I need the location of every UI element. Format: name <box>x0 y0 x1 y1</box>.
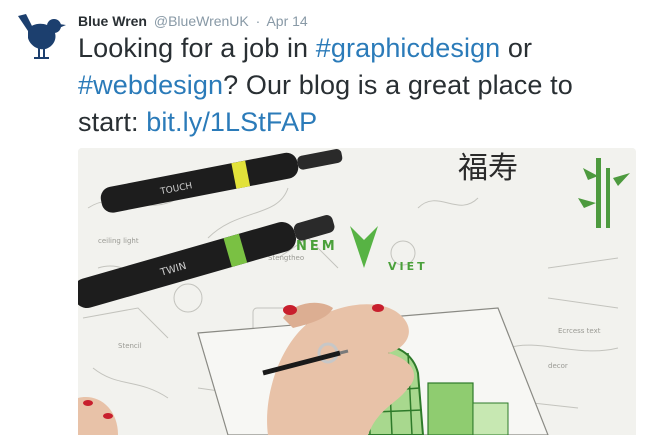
text-segment: Looking for a job in <box>78 33 316 63</box>
sketch-brand-left: NEM <box>296 239 338 254</box>
separator-dot: · <box>255 13 261 29</box>
tweet-date[interactable]: Apr 14 <box>266 13 307 29</box>
svg-text:Stencil: Stencil <box>118 342 142 350</box>
hashtag-graphicdesign[interactable]: #graphicdesign <box>316 33 501 63</box>
tweet[interactable]: Blue Wren @BlueWrenUK · Apr 14 Looking f… <box>0 0 645 435</box>
avatar[interactable] <box>12 8 70 66</box>
sketch-brand-right: VIET <box>388 260 428 273</box>
svg-text:Ecrcess text: Ecrcess text <box>558 327 601 335</box>
author-handle[interactable]: @BlueWrenUK <box>154 13 249 29</box>
svg-text:ceiling light: ceiling light <box>98 237 139 245</box>
tweet-text: Looking for a job in #graphicdesign or #… <box>78 30 638 141</box>
svg-text:decor: decor <box>548 362 568 370</box>
wren-bird-logo-icon <box>18 14 66 59</box>
tweet-header: Blue Wren @BlueWrenUK · Apr 14 <box>78 12 308 30</box>
chinese-characters: 福寿 <box>458 151 518 186</box>
text-segment: start: <box>78 107 147 137</box>
hashtag-webdesign[interactable]: #webdesign <box>78 70 223 100</box>
photo-sketch-illustration: Stengtheo ceiling light Stencil Ecrcess … <box>78 148 636 435</box>
tweet-media-photo[interactable]: Stengtheo ceiling light Stencil Ecrcess … <box>78 148 636 435</box>
tweet-link[interactable]: bit.ly/1LStFAP <box>146 107 317 137</box>
text-segment: ? Our blog is a great place to <box>223 70 573 100</box>
text-segment: or <box>500 33 533 63</box>
svg-text:Stengtheo: Stengtheo <box>268 254 304 262</box>
author-name[interactable]: Blue Wren <box>78 13 147 29</box>
